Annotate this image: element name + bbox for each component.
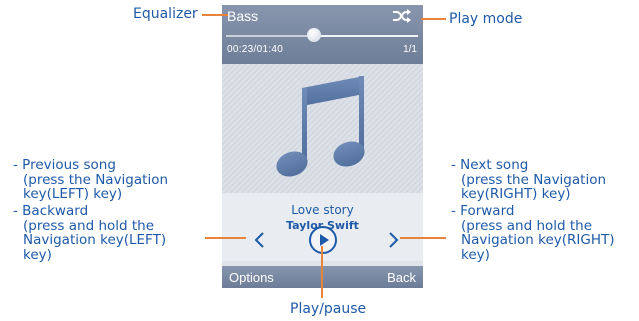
softkey-bar: Options Back [222, 266, 423, 288]
shuffle-icon[interactable] [392, 9, 412, 23]
elapsed-time: 00:23/01:40 [227, 44, 284, 55]
backward-line4: key) [23, 246, 52, 263]
next-song-callout: - Next song (press the Navigation key(RI… [451, 158, 606, 202]
backward-line1: - Backward [13, 203, 89, 219]
play-pause-callout: Play/pause [290, 301, 367, 317]
song-title: Love story [291, 203, 354, 217]
play-pause-button[interactable] [308, 225, 338, 255]
back-softkey[interactable]: Back [387, 270, 416, 285]
player-header: Bass 00:23/01:40 1/1 [222, 5, 423, 64]
backward-callout: - Backward (press and hold the Navigatio… [13, 204, 166, 262]
music-note-icon [276, 76, 365, 177]
forward-callout: - Forward (press and hold the Navigation… [451, 204, 615, 262]
previous-song-callout: - Previous song (press the Navigation ke… [13, 158, 168, 202]
previous-song-line1: - Previous song [13, 157, 116, 173]
backward-line2: (press and hold the [23, 217, 155, 234]
progress-fill [226, 35, 314, 37]
next-song-line3: key(RIGHT) key) [461, 186, 571, 202]
forward-line1: - Forward [451, 203, 515, 219]
progress-knob[interactable] [307, 28, 321, 42]
forward-line3: Navigation key(RIGHT) [461, 232, 615, 248]
play-mode-callout: Play mode [449, 11, 523, 27]
previous-button[interactable] [252, 231, 268, 249]
album-art [222, 64, 423, 193]
next-song-line2: (press the Navigation [461, 171, 607, 188]
previous-song-line2: (press the Navigation [23, 171, 169, 188]
music-player-screen: Bass 00:23/01:40 1/1 Love story Taylor S… [222, 5, 423, 288]
next-button[interactable] [386, 231, 402, 249]
backward-line3: Navigation key(LEFT) [23, 232, 167, 248]
equalizer-callout: Equalizer [133, 6, 198, 22]
forward-line4: key) [461, 246, 490, 263]
track-count: 1/1 [403, 44, 417, 55]
forward-line2: (press and hold the [461, 217, 593, 234]
equalizer-value[interactable]: Bass [227, 8, 258, 24]
options-softkey[interactable]: Options [229, 270, 274, 285]
next-song-line1: - Next song [451, 157, 529, 173]
previous-song-line3: key(LEFT) key) [23, 186, 123, 202]
